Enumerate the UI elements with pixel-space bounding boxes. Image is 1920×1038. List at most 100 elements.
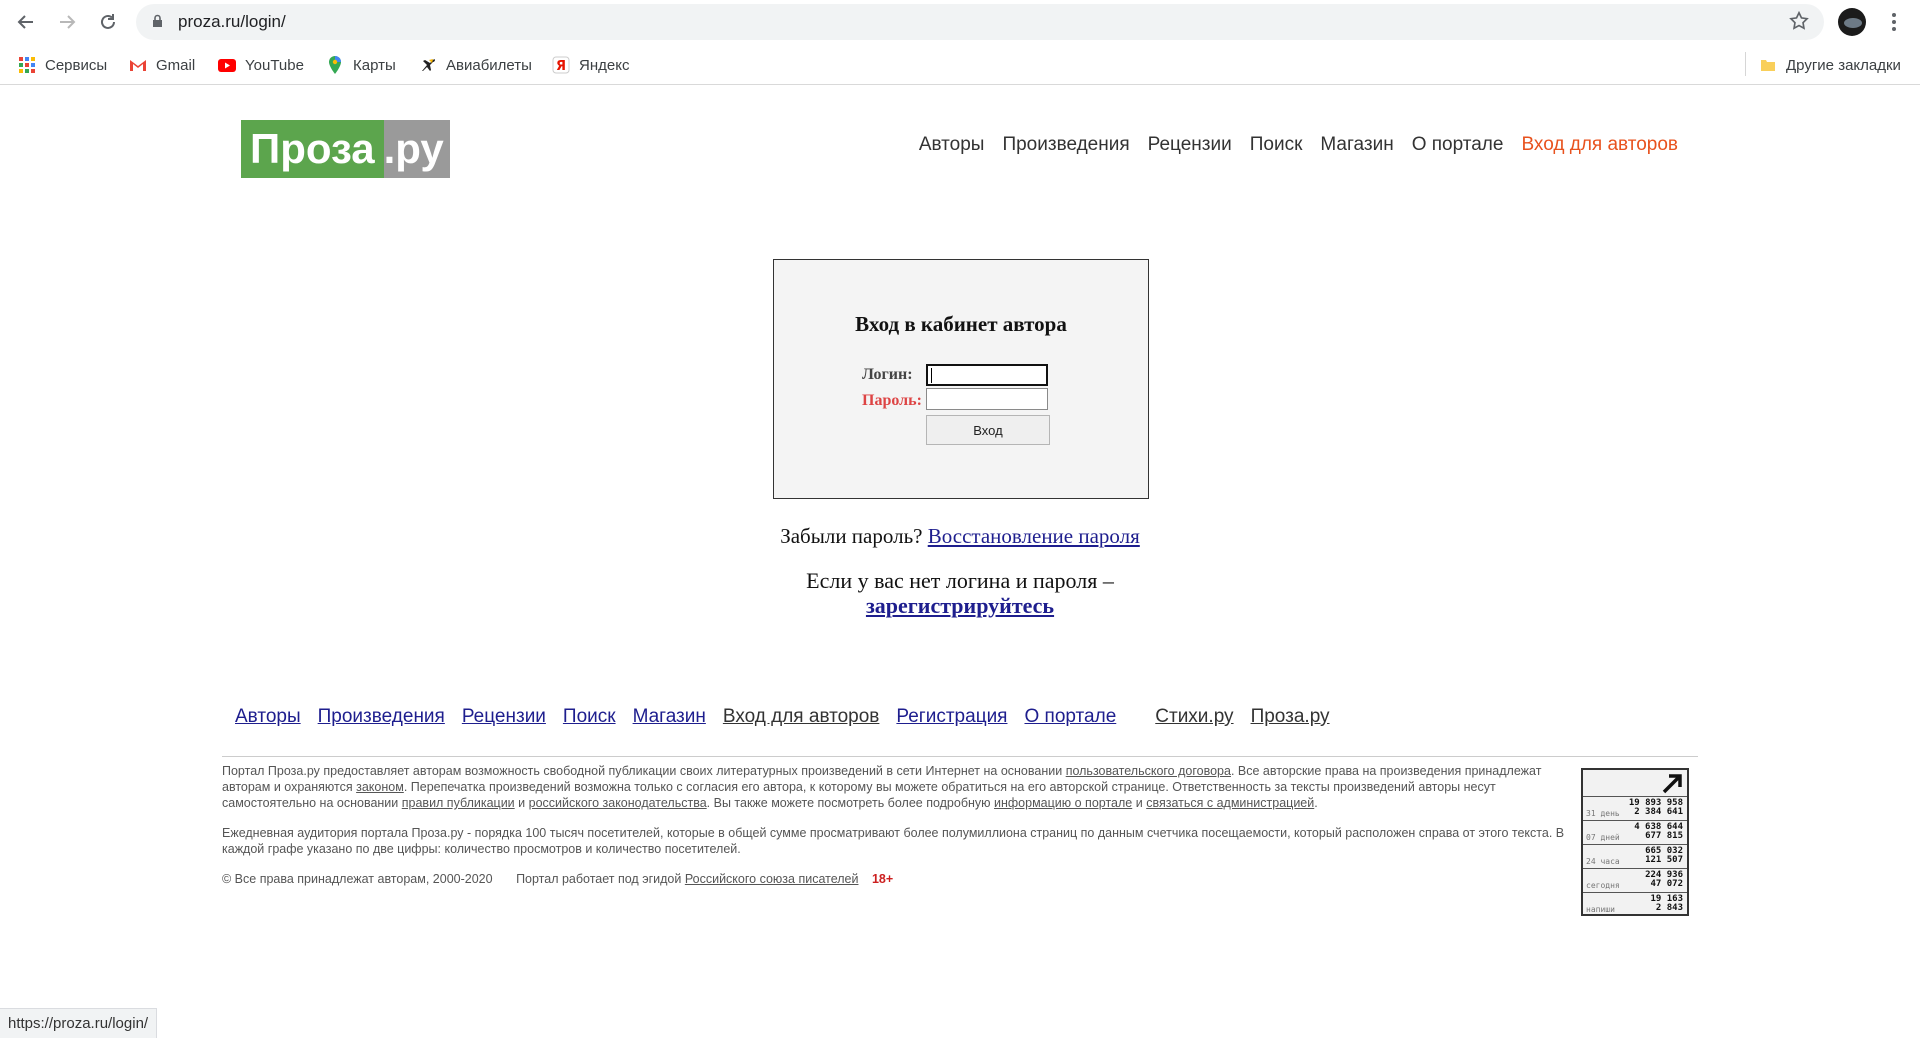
patron-text: Портал работает под эгидой (516, 872, 682, 886)
legal-paragraph-2: Ежедневная аудитория портала Проза.ру - … (222, 826, 1565, 856)
folder-icon (1759, 56, 1777, 74)
legal-text: Портал Проза.ру предоставляет авторам во… (222, 764, 1063, 778)
counter-row: напиши 19 163 2 843 (1583, 892, 1687, 915)
counter-row-label: напиши (1586, 905, 1615, 914)
counter-row-label: 24 часа (1586, 857, 1620, 866)
login-label: Логин: (862, 366, 913, 383)
counter-visitors: 47 072 (1650, 879, 1683, 889)
register-link[interactable]: зарегистрируйтесь (866, 593, 1054, 618)
writers-union-link[interactable]: Российского союза писателей (685, 872, 859, 886)
footer-link-register[interactable]: Регистрация (896, 706, 1007, 728)
forgot-password-line: Забыли пароль? Восстановление пароля (0, 524, 1920, 549)
address-bar[interactable]: proza.ru/login/ (136, 4, 1824, 40)
footer-link-reviews[interactable]: Рецензии (462, 706, 546, 728)
legal-text: и (1135, 796, 1143, 810)
nav-authors[interactable]: Авторы (919, 134, 985, 156)
bookmark-maps[interactable]: Карты (326, 54, 396, 76)
legal-paragraph-3: © Все права принадлежат авторам, 2000-20… (222, 871, 1574, 887)
bookmark-label: Gmail (156, 56, 196, 74)
user-agreement-link[interactable]: пользовательского договора (1066, 764, 1231, 778)
bookmark-label: Карты (353, 56, 396, 74)
bookmark-services[interactable]: Сервисы (18, 54, 107, 76)
lock-icon (152, 14, 163, 33)
bookmarks-bar: Сервисы Gmail YouTube Карты Авиабилеты Я… (0, 44, 1920, 85)
register-line: зарегистрируйтесь (0, 593, 1920, 619)
password-label: Пароль: (862, 392, 922, 409)
apps-grid-icon (18, 56, 36, 74)
nav-search[interactable]: Поиск (1250, 134, 1303, 156)
forgot-text: Забыли пароль? (780, 524, 923, 548)
back-icon[interactable] (12, 8, 40, 36)
nav-about[interactable]: О портале (1412, 134, 1504, 156)
login-submit-button[interactable]: Вход (926, 415, 1050, 445)
footer-link-about[interactable]: О портале (1024, 706, 1116, 728)
legal-text: . (1314, 796, 1318, 810)
plane-icon (419, 56, 437, 74)
law-link[interactable]: законом (356, 780, 404, 794)
logo-suffix-text: .ру (383, 120, 450, 178)
url-text[interactable]: proza.ru/login/ (178, 12, 286, 32)
counter-row: 07 дней 4 638 644 677 815 (1583, 820, 1687, 843)
counter-visitors: 2 384 641 (1634, 807, 1683, 817)
link-status-bar: https://proza.ru/login/ (0, 1008, 158, 1038)
login-form: Вход в кабинет автора Логин: Пароль: Вхо… (773, 259, 1149, 499)
legal-paragraph-1: Портал Проза.ру предоставляет авторам во… (222, 763, 1574, 811)
footer-link-stihi[interactable]: Стихи.ру (1155, 706, 1233, 728)
footer-nav: Авторы Произведения Рецензии Поиск Магаз… (235, 706, 1347, 728)
age-rating-badge: 18+ (871, 872, 894, 886)
russian-law-link[interactable]: российского законодательства (529, 796, 707, 810)
publication-rules-link[interactable]: правил публикации (402, 796, 515, 810)
nav-shop[interactable]: Магазин (1320, 134, 1393, 156)
counter-visitors: 121 507 (1645, 855, 1683, 865)
legal-text: и (518, 796, 526, 810)
bookmarks-separator (1745, 52, 1746, 76)
login-input[interactable] (926, 364, 1048, 386)
bookmark-gmail[interactable]: Gmail (129, 54, 195, 76)
bookmark-label: Сервисы (45, 56, 108, 74)
profile-avatar[interactable] (1838, 8, 1866, 36)
footer-divider (222, 756, 1698, 757)
copyright-text: © Все права принадлежат авторам, 2000-20… (222, 872, 493, 886)
legal-text: . Вы также можете посмотреть более подро… (706, 796, 991, 810)
other-bookmarks[interactable]: Другие закладки (1759, 54, 1901, 76)
bookmark-label: Авиабилеты (446, 56, 532, 74)
portal-info-link[interactable]: информацию о портале (994, 796, 1132, 810)
reload-icon[interactable] (94, 8, 122, 36)
logo-main-text: Проза (241, 120, 384, 178)
counter-row-label: сегодня (1586, 881, 1620, 890)
other-bookmarks-label: Другие закладки (1786, 56, 1901, 74)
top-nav: Авторы Произведения Рецензии Поиск Магаз… (919, 134, 1678, 156)
footer-link-search[interactable]: Поиск (563, 706, 616, 728)
bookmark-label: YouTube (245, 56, 304, 74)
counter-visitors: 2 843 (1655, 903, 1683, 913)
nav-works[interactable]: Произведения (1002, 134, 1129, 156)
footer-link-authors[interactable]: Авторы (235, 706, 301, 728)
contact-admin-link[interactable]: связаться с администрацией (1146, 796, 1314, 810)
bookmark-youtube[interactable]: YouTube (218, 54, 304, 76)
footer-link-author-login[interactable]: Вход для авторов (723, 706, 880, 728)
browser-menu-icon[interactable] (1884, 8, 1904, 36)
visit-counter[interactable]: 31 день 19 893 958 2 384 641 07 дней 4 6… (1581, 768, 1689, 916)
bookmark-star-icon[interactable] (1788, 10, 1810, 37)
bookmark-avia[interactable]: Авиабилеты (419, 54, 532, 76)
password-input[interactable] (926, 388, 1048, 410)
nav-reviews[interactable]: Рецензии (1148, 134, 1232, 156)
no-login-text: Если у вас нет логина и пароля – (806, 568, 1114, 593)
counter-row-label: 31 день (1586, 809, 1620, 818)
svg-text:Я: Я (556, 59, 566, 74)
footer-legal: Портал Проза.ру предоставляет авторам во… (222, 763, 1574, 901)
nav-author-login[interactable]: Вход для авторов (1521, 134, 1678, 156)
site-logo[interactable]: Проза .ру (241, 120, 450, 178)
counter-row-label: 07 дней (1586, 833, 1620, 842)
yandex-icon: Я (552, 56, 570, 74)
gmail-icon (129, 56, 147, 74)
maps-pin-icon (326, 56, 344, 74)
restore-password-link[interactable]: Восстановление пароля (928, 524, 1140, 548)
login-title: Вход в кабинет автора (855, 312, 1067, 336)
bookmark-yandex[interactable]: Я Яндекс (552, 54, 629, 76)
footer-link-proza[interactable]: Проза.ру (1251, 706, 1330, 728)
counter-row: сегодня 224 936 47 072 (1583, 868, 1687, 891)
footer-link-works[interactable]: Произведения (318, 706, 445, 728)
forward-icon[interactable] (53, 8, 81, 36)
footer-link-shop[interactable]: Магазин (633, 706, 706, 728)
